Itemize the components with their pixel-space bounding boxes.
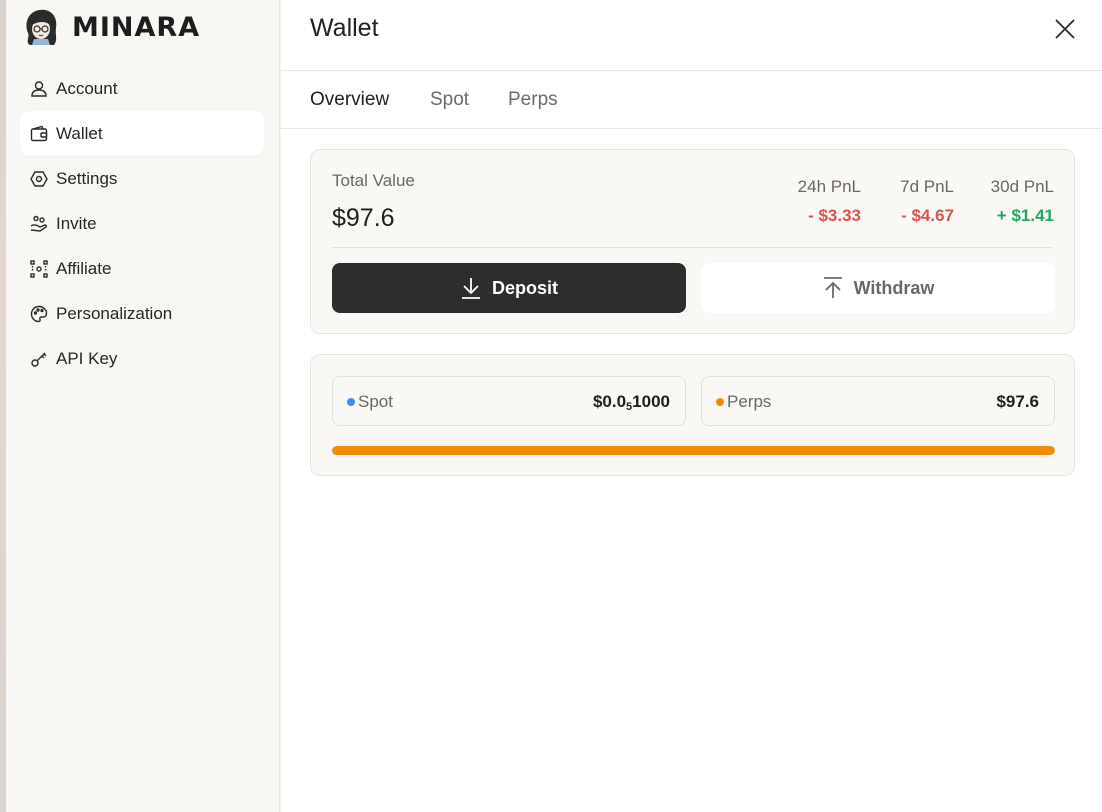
sidebar-item-label: Settings <box>56 168 118 188</box>
allocation-bar <box>332 446 1055 455</box>
pnl-7d: 7d PnL - $4.67 <box>900 177 954 226</box>
wallet-panel: Wallet Overview Spot Perps Total Value $… <box>281 0 1102 812</box>
tab-spot[interactable]: Spot <box>430 89 469 111</box>
sidebar-item-label: API Key <box>56 348 118 368</box>
perps-label: Perps <box>727 392 772 411</box>
sidebar-item-label: Account <box>56 78 118 98</box>
sidebar-item-api-key[interactable]: API Key <box>20 336 264 381</box>
tab-perps[interactable]: Perps <box>508 89 558 111</box>
withdraw-label: Withdraw <box>853 277 935 298</box>
summary-card: Total Value $97.6 24h PnL - $3.33 7d PnL… <box>310 149 1075 334</box>
pnl-label: 24h PnL <box>797 177 861 196</box>
sidebar-item-invite[interactable]: Invite <box>20 201 264 246</box>
page-title: Wallet <box>310 14 379 42</box>
withdraw-button[interactable]: Withdraw <box>701 263 1055 313</box>
divider <box>332 247 1053 248</box>
pnl-label: 30d PnL <box>990 177 1054 196</box>
brand[interactable]: MINARA <box>22 6 200 48</box>
brand-name: MINARA <box>72 11 201 43</box>
spot-allocation: Spot $0.051000 <box>332 376 686 426</box>
spot-label: Spot <box>358 392 393 411</box>
perps-allocation: Perps $97.6 <box>701 376 1055 426</box>
spot-dot <box>347 398 355 406</box>
avatar-logo-icon <box>26 9 57 45</box>
download-icon <box>461 278 480 299</box>
spot-value-prefix: $0.0 <box>592 392 627 411</box>
sidebar-item-label: Wallet <box>56 123 103 143</box>
wallet-icon <box>30 125 48 143</box>
close-icon <box>1055 19 1075 39</box>
deposit-label: Deposit <box>491 277 558 298</box>
perps-dot <box>716 398 724 406</box>
sidebar-item-account[interactable]: Account <box>20 66 264 111</box>
deposit-button[interactable]: Deposit <box>332 263 686 313</box>
key-icon <box>30 350 48 368</box>
sidebar-item-wallet[interactable]: Wallet <box>20 111 264 156</box>
perps-share-fill <box>332 446 1055 455</box>
settings-icon <box>30 170 48 188</box>
sidebar-item-label: Affiliate <box>56 258 112 278</box>
sidebar: MINARA Account Wallet Settings Invite Af… <box>6 0 280 812</box>
total-value-label: Total Value <box>332 171 415 190</box>
panel-header: Wallet <box>281 0 1102 71</box>
pnl-label: 7d PnL <box>900 177 954 196</box>
pnl-24h: 24h PnL - $3.33 <box>798 177 861 226</box>
spot-value-suffix: 1000 <box>632 392 670 411</box>
upload-icon <box>823 277 842 298</box>
perps-value: $97.6 <box>996 392 1039 411</box>
sidebar-item-affiliate[interactable]: Affiliate <box>20 246 264 291</box>
close-button[interactable] <box>1052 16 1078 42</box>
tab-overview[interactable]: Overview <box>310 89 389 111</box>
total-value: $97.6 <box>332 204 395 232</box>
user-icon <box>30 80 48 98</box>
sidebar-item-label: Personalization <box>56 303 173 323</box>
spot-value: $0.051000 <box>593 392 670 413</box>
sidebar-item-personalization[interactable]: Personalization <box>20 291 264 336</box>
pnl-value: + $1.41 <box>996 206 1054 225</box>
pnl-30d: 30d PnL + $1.41 <box>991 177 1054 226</box>
invite-icon <box>30 215 48 233</box>
affiliate-icon <box>30 259 48 278</box>
sidebar-item-settings[interactable]: Settings <box>20 156 264 201</box>
wallet-tabs: Overview Spot Perps <box>281 71 1102 129</box>
sidebar-nav: Account Wallet Settings Invite Affiliate <box>20 66 264 381</box>
palette-icon <box>30 305 48 323</box>
allocation-card: Spot $0.051000 Perps $97.6 <box>310 354 1075 476</box>
sidebar-item-label: Invite <box>56 213 97 233</box>
pnl-value: - $4.67 <box>901 206 954 225</box>
pnl-value: - $3.33 <box>808 206 861 225</box>
